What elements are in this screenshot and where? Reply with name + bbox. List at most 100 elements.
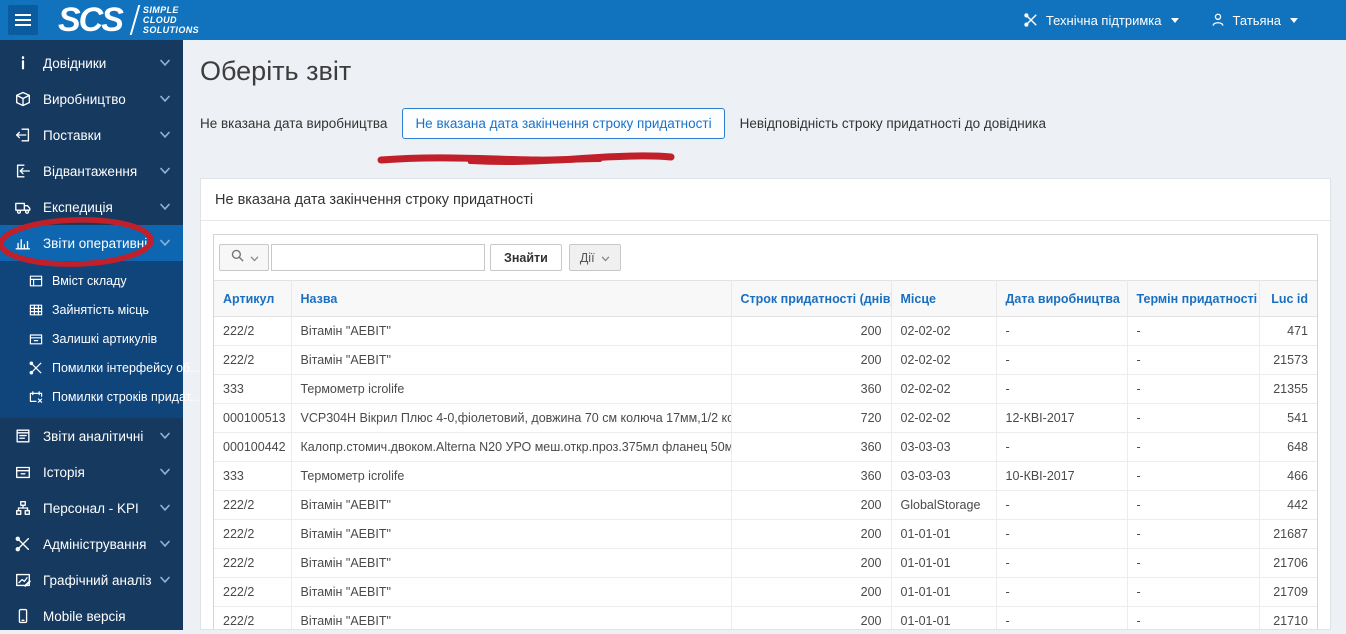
sidebar-item-2[interactable]: Поставки <box>0 117 183 153</box>
table-cell: 222/2 <box>214 345 292 375</box>
tech-support-icon <box>1022 11 1040 29</box>
search-input[interactable] <box>271 244 485 271</box>
table-cell: Вітамін "АЕВІТ" <box>291 577 732 607</box>
sidebar-item-1[interactable]: Виробництво <box>0 81 183 117</box>
sidebar-subitem-2[interactable]: Залишкі артикулів <box>0 324 183 353</box>
table-cell: - <box>1127 345 1260 375</box>
table-cell: 333 <box>214 374 292 404</box>
table-row: 222/2 Вітамін "АЕВІТ" 200 GlobalStorage - -44… <box>214 490 1317 520</box>
sidebar-item-8[interactable]: Персонал - KPI <box>0 490 183 526</box>
user-menu[interactable]: Татьяна <box>1209 11 1298 29</box>
sidebar-item-label: Історія <box>43 464 85 480</box>
search-icon <box>230 248 245 268</box>
table-cell: 720 <box>731 403 892 433</box>
column-header-6[interactable]: Luc id <box>1259 280 1317 317</box>
column-header-1[interactable]: Назва <box>291 280 732 317</box>
sidebar-subitem-0[interactable]: Вміст складу <box>0 266 183 295</box>
logo-tagline: SIMPLE CLOUD SOLUTIONS <box>142 5 200 35</box>
supplies-icon <box>13 125 33 145</box>
table-cell: 02-02-02 <box>891 374 997 404</box>
table-cell: - <box>1127 519 1260 549</box>
sidebar-item-9[interactable]: Адміністрування <box>0 526 183 562</box>
table-cell: 03-03-03 <box>891 432 997 462</box>
actions-dropdown-button[interactable]: Дії <box>568 244 621 271</box>
table-cell: 000100513 <box>214 403 292 433</box>
tab-report-0[interactable]: Не вказана дата виробництва <box>200 116 387 131</box>
sidebar-item-11[interactable]: Mobile версія <box>0 598 183 634</box>
table-cell: 200 <box>731 519 892 549</box>
sidebar-item-label: Графічний аналіз <box>43 572 152 588</box>
chevron-down-icon <box>160 504 170 512</box>
table-cell: 200 <box>731 548 892 578</box>
hamburger-menu-button[interactable] <box>8 5 38 35</box>
mobile-icon <box>13 606 33 626</box>
table-cell: 466 <box>1259 461 1317 491</box>
table-cell: - <box>996 490 1128 520</box>
sidebar-item-5[interactable]: Звіти оперативні <box>0 225 183 261</box>
table-cell: 03-03-03 <box>891 461 997 491</box>
sidebar-item-0[interactable]: Довідники <box>0 45 183 81</box>
chevron-down-icon <box>160 432 170 440</box>
table-cell: 21355 <box>1259 374 1317 404</box>
history-icon <box>13 462 33 482</box>
table-row: 000100513 VCP304H Вікрил Плюс 4-0,фіолето… <box>214 403 1317 433</box>
table-cell: 200 <box>731 345 892 375</box>
table-cell: - <box>1127 432 1260 462</box>
sidebar-subitem-4[interactable]: Помилки строків придат... <box>0 382 200 411</box>
sidebar-item-4[interactable]: Експедиція <box>0 189 183 225</box>
column-header-3[interactable]: Місце <box>891 280 997 317</box>
sidebar-subitem-1[interactable]: Зайнятість місць <box>0 295 183 324</box>
table-cell: VCP304H Вікрил Плюс 4-0,фіолетовий, довж… <box>291 403 732 433</box>
table-cell: 200 <box>731 316 892 346</box>
table-cell: - <box>1127 606 1260 629</box>
table-cell: 21706 <box>1259 548 1317 578</box>
tab-report-1[interactable]: Не вказана дата закінчення строку придат… <box>402 108 725 139</box>
column-header-5[interactable]: Термін придатності <box>1127 280 1260 317</box>
sidebar-subitem-label: Помилки інтерфейсу об... <box>52 360 201 375</box>
sidebar-item-label: Експедиція <box>43 199 113 215</box>
remainders-icon <box>27 330 44 347</box>
page-title: Оберіть звіт <box>200 56 352 86</box>
sidebar-item-label: Відвантаження <box>43 163 138 179</box>
info-icon <box>13 53 33 73</box>
table-cell: - <box>1127 461 1260 491</box>
sidebar-item-label: Mobile версія <box>43 608 126 624</box>
table-cell: 21687 <box>1259 519 1317 549</box>
sidebar-item-7[interactable]: Історія <box>0 454 183 490</box>
table-row: 222/2 Вітамін "АЕВІТ" 200 02-02-02- -21573 <box>214 345 1317 375</box>
table-cell: GlobalStorage <box>891 490 997 520</box>
chevron-down-icon <box>601 251 610 265</box>
chevron-down-icon <box>160 203 170 211</box>
table-cell: Вітамін "АЕВІТ" <box>291 316 732 346</box>
tech-support-menu[interactable]: Технічна підтримка <box>1022 11 1179 29</box>
table-cell: Вітамін "АЕВІТ" <box>291 519 732 549</box>
sidebar-item-10[interactable]: Графічний аналіз <box>0 562 183 598</box>
table-cell: Калопр.стомич.двоком.Alterna N20 УРО меш… <box>291 432 732 462</box>
column-header-4[interactable]: Дата виробництва <box>996 280 1128 317</box>
tab-report-2[interactable]: Невідповідність строку придатності до до… <box>740 116 1046 131</box>
search-options-button[interactable] <box>219 244 269 271</box>
sidebar-item-label: Звіти аналітичні <box>43 428 144 444</box>
table-cell: Вітамін "АЕВІТ" <box>291 548 732 578</box>
table-cell: 648 <box>1259 432 1317 462</box>
sidebar-subitem-label: Залишкі артикулів <box>52 331 158 346</box>
reports-icon <box>13 233 33 253</box>
table-cell: - <box>1127 577 1260 607</box>
sidebar-item-6[interactable]: Звіти аналітичні <box>0 418 183 454</box>
column-header-2[interactable]: Строк придатності (днів) <box>731 280 892 317</box>
sidebar-item-3[interactable]: Відвантаження <box>0 153 183 189</box>
table-cell: - <box>996 432 1128 462</box>
chevron-down-icon <box>160 59 170 67</box>
report-panel-title: Не вказана дата закінчення строку придат… <box>201 179 1330 221</box>
table-row: 222/2 Вітамін "АЕВІТ" 200 01-01-01- -21710 <box>214 606 1317 629</box>
find-button[interactable]: Знайти <box>490 244 562 271</box>
table-cell: - <box>996 519 1128 549</box>
sidebar-subitem-3[interactable]: Помилки інтерфейсу об... <box>0 353 201 382</box>
table-cell: 222/2 <box>214 490 292 520</box>
sidebar-item-label: Звіти оперативні <box>43 235 148 251</box>
table-row: 222/2 Вітамін "АЕВІТ" 200 02-02-02- -471 <box>214 316 1317 346</box>
column-header-0[interactable]: Артикул <box>214 280 292 317</box>
table-cell: 360 <box>731 461 892 491</box>
table-cell: 360 <box>731 374 892 404</box>
analytics-icon <box>13 426 33 446</box>
